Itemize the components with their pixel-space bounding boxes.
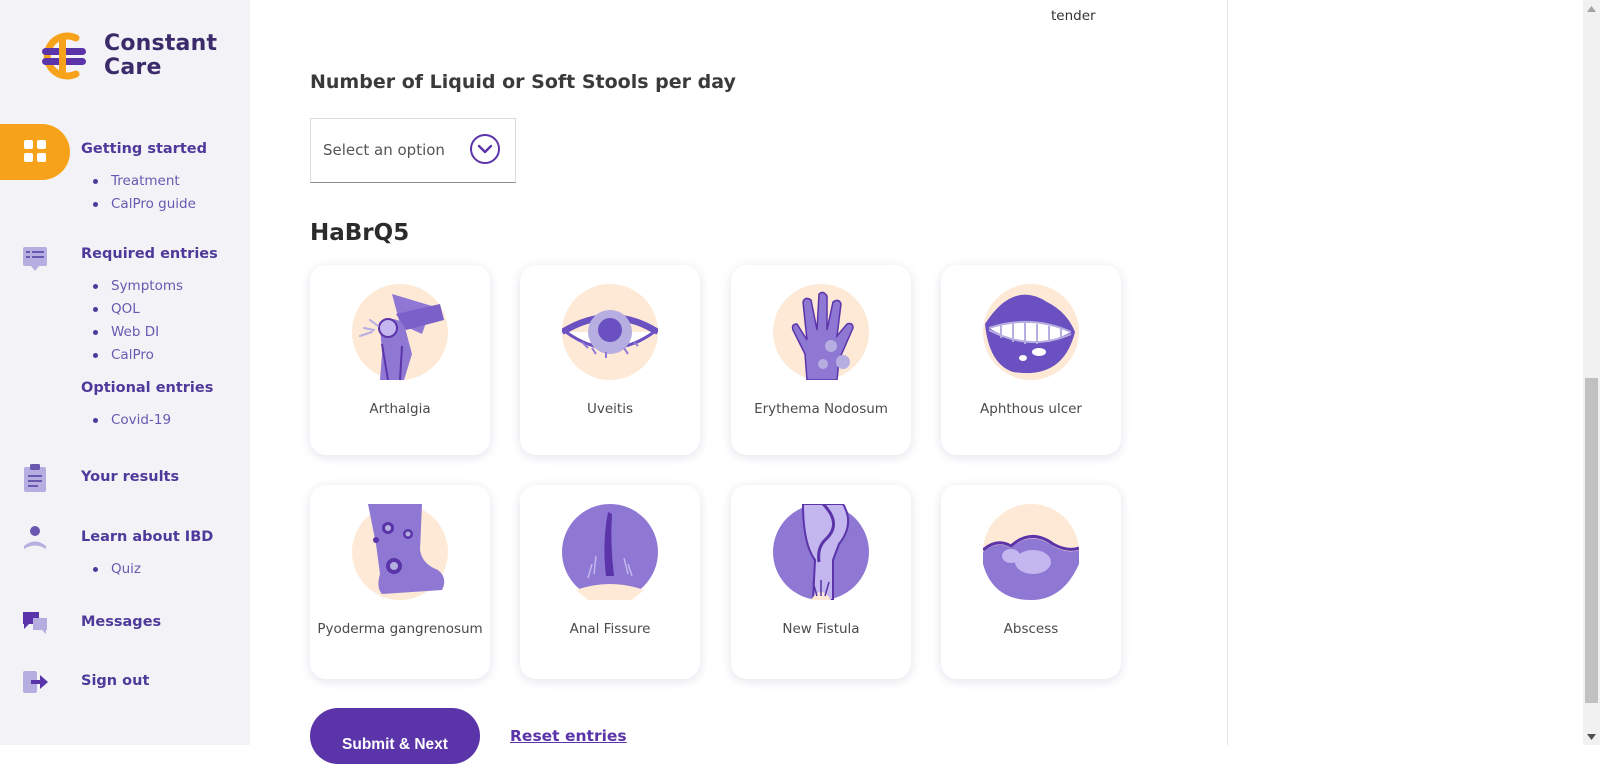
subnav-covid-19[interactable]: Covid-19 [93, 409, 171, 432]
card-label: Pyoderma gangrenosum [317, 621, 483, 637]
optional-entries-subnav: Covid-19 [93, 409, 171, 432]
app-name: Constant Care [104, 31, 218, 80]
content-divider [1227, 0, 1228, 745]
required-entries-subnav: Symptoms QOL Web DI CalPro [93, 275, 183, 367]
symptom-card-abscess[interactable]: Abscess [941, 485, 1121, 679]
card-label: Aphthous ulcer [980, 401, 1082, 417]
subnav-symptoms[interactable]: Symptoms [93, 275, 183, 298]
card-label: Abscess [1003, 621, 1059, 637]
scroll-up-arrow-icon[interactable] [1583, 0, 1600, 17]
stools-per-day-select[interactable]: Select an option [310, 118, 516, 183]
nav-getting-started[interactable]: Getting started [81, 141, 207, 157]
scrollbar-thumb[interactable] [1585, 378, 1598, 703]
nav-required-entries[interactable]: Required entries [81, 246, 218, 262]
grid-icon[interactable] [20, 136, 50, 166]
scroll-down-arrow-icon[interactable] [1583, 728, 1600, 745]
sidebar: Constant Care Getting started Treatment … [0, 0, 250, 745]
symptom-card-new-fistula[interactable]: New Fistula [731, 485, 911, 679]
card-label: Uveitis [586, 401, 633, 417]
getting-started-subnav: Treatment CalPro guide [93, 170, 196, 216]
symptom-card-arthalgia[interactable]: Arthalgia [310, 265, 490, 455]
fistula-icon [773, 504, 869, 600]
chat-bubbles-icon[interactable] [20, 608, 50, 638]
abscess-icon [983, 504, 1079, 600]
chevron-down-circle-icon[interactable] [469, 133, 501, 165]
card-label: Arthalgia [369, 401, 431, 417]
card-label: Anal Fissure [569, 621, 651, 637]
previous-scale-label: tender [1051, 8, 1096, 24]
page-scrollbar[interactable] [1583, 0, 1600, 745]
anal-fissure-icon [562, 504, 658, 600]
constant-care-logo-icon [42, 32, 86, 80]
subnav-qol[interactable]: QOL [93, 298, 183, 321]
symptom-card-pyoderma-gangrenosum[interactable]: Pyoderma gangrenosum [310, 485, 490, 679]
mouth-ulcer-icon [983, 284, 1079, 380]
nav-sign-out[interactable]: Sign out [81, 673, 149, 689]
nav-learn-about-ibd[interactable]: Learn about IBD [81, 529, 213, 545]
submit-next-button[interactable]: Submit & Next [310, 708, 480, 764]
learn-subnav: Quiz [93, 558, 141, 581]
subnav-web-di[interactable]: Web DI [93, 321, 183, 344]
symptom-card-aphthous-ulcer[interactable]: Aphthous ulcer [941, 265, 1121, 455]
section-title: HaBrQ5 [310, 220, 410, 246]
subnav-quiz[interactable]: Quiz [93, 558, 141, 581]
leg-lesions-icon [352, 504, 448, 600]
reader-icon[interactable] [20, 522, 50, 552]
symptom-card-erythema-nodosum[interactable]: Erythema Nodosum [731, 265, 911, 455]
app-logo[interactable]: Constant Care [36, 28, 217, 84]
sign-out-icon[interactable] [20, 667, 50, 697]
list-form-icon[interactable] [20, 244, 50, 274]
nav-your-results[interactable]: Your results [81, 469, 179, 485]
reset-entries-link[interactable]: Reset entries [510, 727, 627, 745]
knee-joint-icon [352, 284, 448, 380]
subnav-calpro[interactable]: CalPro [93, 344, 183, 367]
subnav-calpro-guide[interactable]: CalPro guide [93, 193, 196, 216]
nav-optional-entries[interactable]: Optional entries [81, 380, 213, 396]
inflamed-eye-icon [562, 284, 658, 380]
symptom-card-anal-fissure[interactable]: Anal Fissure [520, 485, 700, 679]
hand-nodules-icon [773, 284, 869, 380]
clipboard-icon[interactable] [20, 463, 50, 493]
card-label: New Fistula [782, 621, 860, 637]
card-label: Erythema Nodosum [754, 401, 888, 417]
stools-question-title: Number of Liquid or Soft Stools per day [310, 71, 736, 93]
symptom-card-uveitis[interactable]: Uveitis [520, 265, 700, 455]
select-placeholder: Select an option [323, 141, 445, 159]
subnav-treatment[interactable]: Treatment [93, 170, 196, 193]
nav-messages[interactable]: Messages [81, 614, 161, 630]
